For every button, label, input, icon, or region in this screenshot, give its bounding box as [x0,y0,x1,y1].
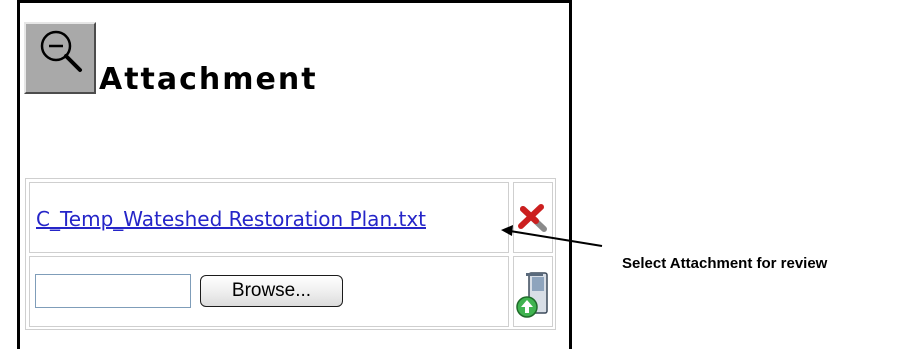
annotation-callout: Select Attachment for review [622,255,828,272]
delete-cell [513,182,553,253]
attachment-file-link[interactable]: C_Temp_Wateshed Restoration Plan.txt [36,207,426,231]
browse-button[interactable]: Browse... [200,275,343,307]
upload-button-cell [513,256,553,327]
magnifier-zoom-out-icon [40,30,82,72]
upload-cell: Browse... [29,256,509,327]
upload-document-icon[interactable] [514,257,552,326]
file-path-input[interactable] [35,274,191,308]
zoom-button[interactable] [24,22,96,94]
attachment-table: C_Temp_Wateshed Restoration Plan.txt Bro… [25,178,556,330]
attachment-link-cell: C_Temp_Wateshed Restoration Plan.txt [29,182,509,253]
panel-title: Attachment [99,62,318,97]
delete-icon[interactable] [514,183,552,252]
